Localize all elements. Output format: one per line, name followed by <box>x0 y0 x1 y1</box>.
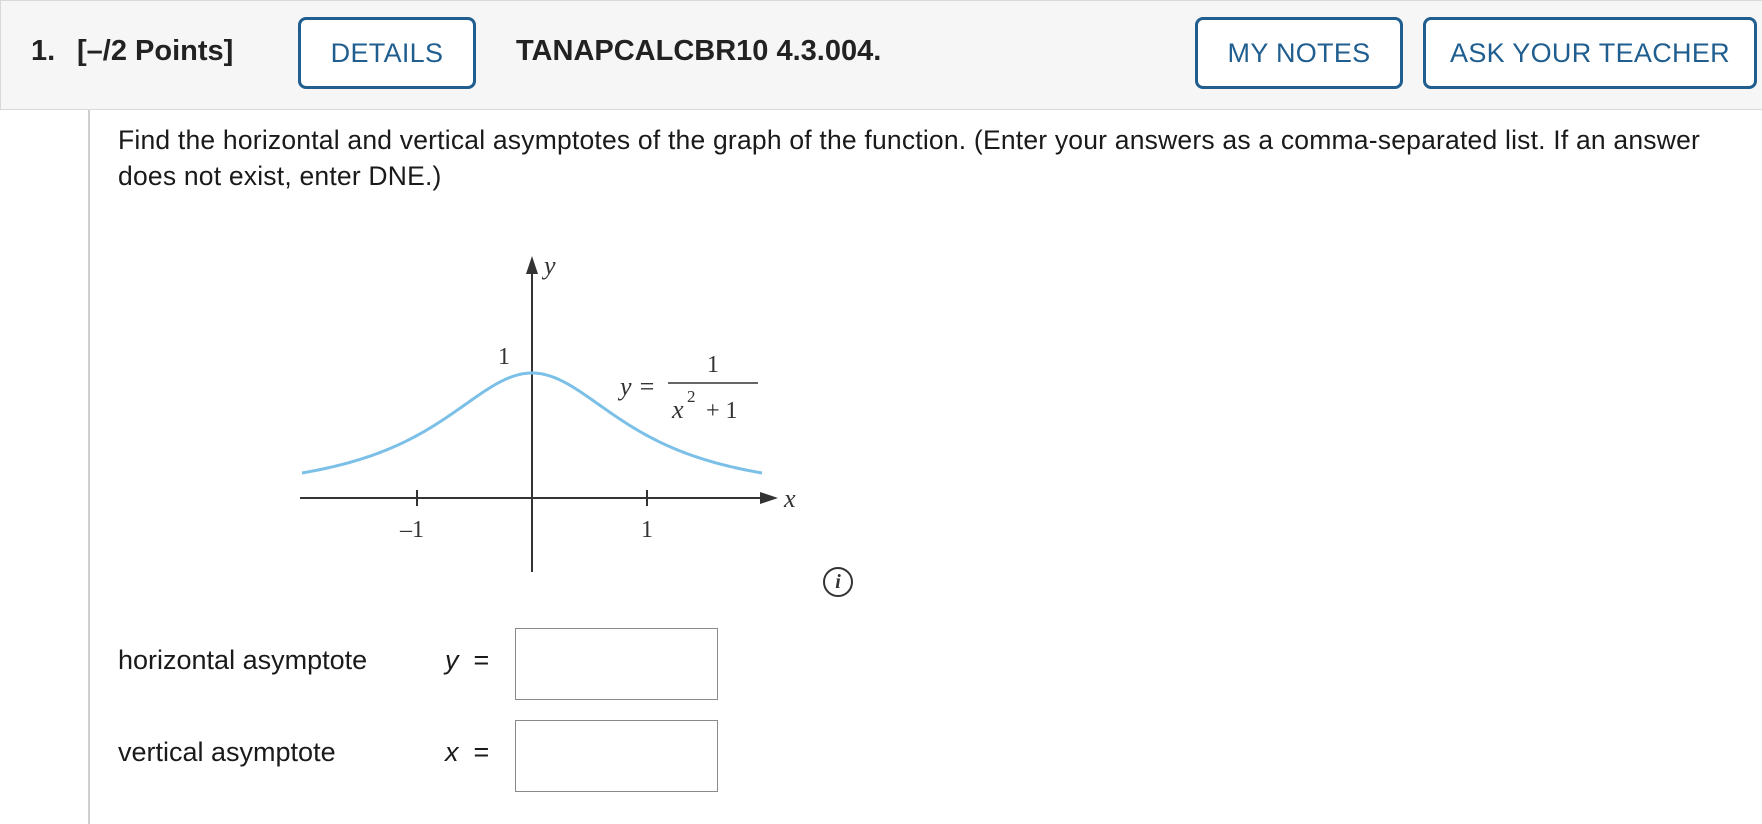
question-number: 1. <box>31 35 56 67</box>
horizontal-asymptote-variable: y = <box>445 645 489 676</box>
vertical-asymptote-variable: x = <box>445 737 489 768</box>
y-axis-label: y <box>541 251 556 280</box>
question-page: 1. [–/2 Points] DETAILS TANAPCALCBR10 4.… <box>0 0 1762 824</box>
x-axis-arrow <box>760 492 778 504</box>
horizontal-variable-symbol: y <box>445 645 459 675</box>
question-header: 1. [–/2 Points] DETAILS TANAPCALCBR10 4.… <box>0 0 1762 110</box>
equation-numerator: 1 <box>707 352 719 378</box>
equation-lhs: y = <box>617 372 656 401</box>
vertical-variable-symbol: x <box>445 737 459 767</box>
my-notes-button[interactable]: MY NOTES <box>1195 17 1403 89</box>
horizontal-asymptote-input[interactable] <box>515 628 718 700</box>
ask-your-teacher-button[interactable]: ASK YOUR TEACHER <box>1423 17 1757 89</box>
x-tick-pos-label: 1 <box>641 517 653 543</box>
function-graph: y x 1 –1 1 y = 1 x 2 + 1 <box>300 251 796 572</box>
horizontal-asymptote-label: horizontal asymptote <box>118 645 368 675</box>
y-tick-label: 1 <box>498 344 510 370</box>
question-prompt: Find the horizontal and vertical asympto… <box>118 125 1701 191</box>
y-axis-arrow <box>526 256 538 274</box>
question-left-rule <box>88 110 90 824</box>
vertical-equals-sign: = <box>473 737 490 767</box>
equation-denominator-base: x <box>671 395 684 424</box>
horizontal-equals-sign: = <box>473 645 490 675</box>
equation-denominator-exp: 2 <box>687 387 696 406</box>
details-button[interactable]: DETAILS <box>298 17 476 89</box>
x-axis-label: x <box>783 484 796 513</box>
info-icon[interactable]: i <box>823 567 853 597</box>
question-code: TANAPCALCBR10 4.3.004. <box>516 35 882 67</box>
question-points: [–/2 Points] <box>77 35 234 67</box>
vertical-asymptote-label: vertical asymptote <box>118 737 336 767</box>
x-tick-neg-label: –1 <box>399 517 424 543</box>
equation-denominator-rest: + 1 <box>700 398 738 424</box>
vertical-asymptote-input[interactable] <box>515 720 718 792</box>
